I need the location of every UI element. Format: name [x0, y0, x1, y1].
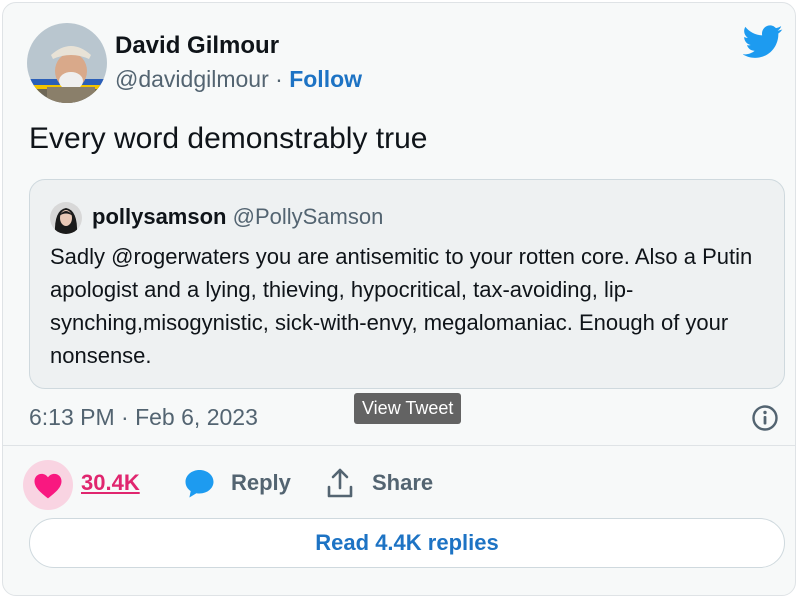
author-avatar[interactable] — [27, 23, 107, 103]
quoted-tweet-text: Sadly @rogerwaters you are antisemitic t… — [50, 244, 753, 368]
actions-divider — [3, 445, 795, 446]
tweet-embed-card: David Gilmour @davidgilmour · Follow Eve… — [2, 2, 796, 596]
author-name[interactable]: David Gilmour — [115, 32, 279, 60]
twitter-bird-icon[interactable] — [743, 25, 783, 59]
handle-separator: · — [275, 66, 283, 92]
follow-link[interactable]: Follow — [289, 66, 362, 92]
like-count-link[interactable]: 30.4K — [81, 470, 140, 496]
read-replies-button[interactable]: Read 4.4K replies — [29, 518, 785, 568]
upload-arrow-icon[interactable] — [326, 467, 354, 499]
reply-button[interactable]: Reply — [231, 470, 291, 496]
tweet-text: Every word demonstrably true — [29, 122, 428, 155]
quoted-author-handle: @PollySamson — [232, 204, 384, 229]
author-handle-row: @davidgilmour · Follow — [115, 66, 362, 93]
quoted-author-name: pollysamson — [92, 204, 227, 229]
share-button[interactable]: Share — [372, 470, 433, 496]
heart-icon[interactable] — [33, 472, 63, 499]
author-handle[interactable]: @davidgilmour — [115, 66, 269, 92]
quoted-author-avatar — [50, 202, 82, 234]
tweet-timestamp[interactable]: 6:13 PM · Feb 6, 2023 — [29, 404, 258, 431]
speech-bubble-icon[interactable] — [184, 469, 215, 499]
info-icon[interactable] — [751, 404, 779, 432]
quoted-tweet-header: pollysamson @PollySamson — [92, 204, 383, 230]
view-tweet-tooltip: View Tweet — [354, 393, 462, 424]
quoted-tweet[interactable]: pollysamson @PollySamson Sadly @rogerwat… — [29, 179, 785, 389]
